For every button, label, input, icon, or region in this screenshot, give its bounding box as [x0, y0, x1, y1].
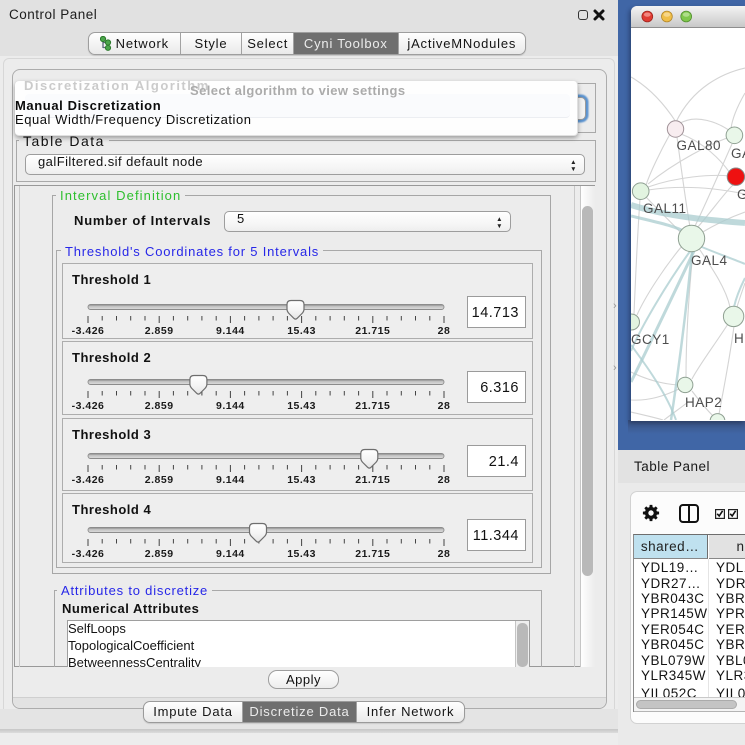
svg-text:2.859: 2.859 — [145, 474, 174, 486]
svg-text:28: 28 — [438, 325, 451, 337]
svg-text:G: G — [737, 187, 745, 202]
svg-text:9.144: 9.144 — [216, 548, 245, 560]
svg-text:-3.426: -3.426 — [72, 548, 105, 560]
svg-text:HAP2: HAP2 — [685, 395, 722, 410]
svg-text:9.144: 9.144 — [216, 474, 245, 486]
svg-text:9.144: 9.144 — [216, 400, 245, 412]
svg-text:21.715: 21.715 — [355, 325, 390, 337]
svg-text:28: 28 — [438, 400, 451, 412]
svg-text:9.144: 9.144 — [216, 325, 245, 337]
svg-text:21.715: 21.715 — [355, 474, 390, 486]
svg-text:-3.426: -3.426 — [72, 325, 105, 337]
svg-text:28: 28 — [438, 548, 451, 560]
svg-text:15.43: 15.43 — [287, 548, 316, 560]
svg-text:15.43: 15.43 — [287, 400, 316, 412]
svg-text:GCY1: GCY1 — [631, 332, 670, 347]
svg-text:GAL11: GAL11 — [643, 201, 687, 216]
svg-text:21.715: 21.715 — [355, 548, 390, 560]
svg-text:28: 28 — [438, 474, 451, 486]
svg-text:GAL80: GAL80 — [677, 138, 722, 153]
svg-text:2.859: 2.859 — [145, 548, 174, 560]
svg-text:15.43: 15.43 — [287, 325, 316, 337]
svg-text:GAL: GAL — [731, 146, 745, 161]
svg-text:15.43: 15.43 — [287, 474, 316, 486]
svg-text:-3.426: -3.426 — [72, 400, 105, 412]
svg-text:HI: HI — [734, 331, 745, 346]
svg-text:2.859: 2.859 — [145, 400, 174, 412]
svg-text:GAL4: GAL4 — [691, 253, 728, 268]
svg-text:-3.426: -3.426 — [72, 474, 105, 486]
svg-text:2.859: 2.859 — [145, 325, 174, 337]
svg-text:21.715: 21.715 — [355, 400, 390, 412]
